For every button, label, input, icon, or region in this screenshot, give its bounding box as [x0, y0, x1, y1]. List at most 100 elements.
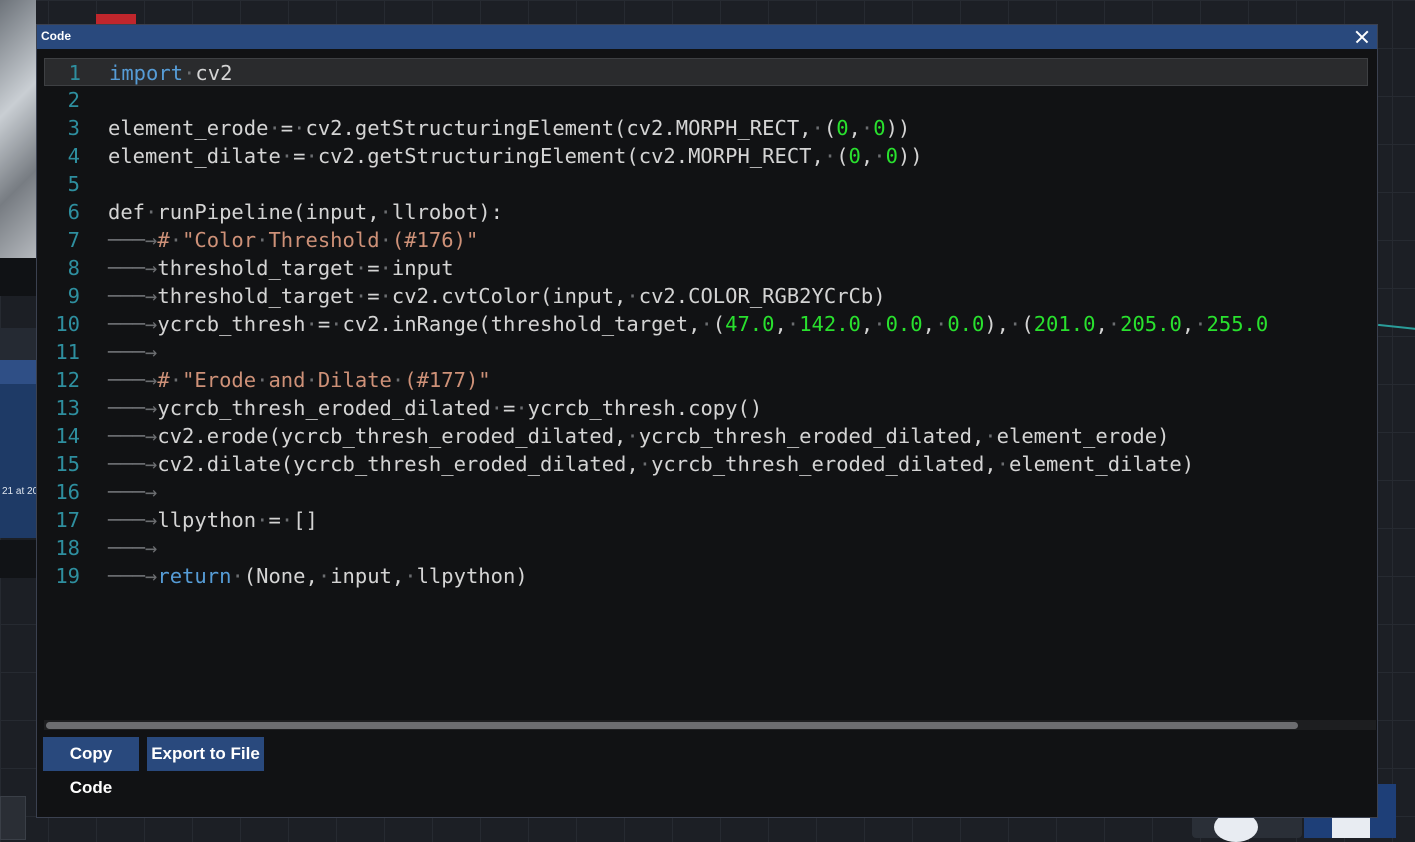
code-token: #: [157, 228, 170, 252]
copy-code-button[interactable]: Copy Code: [43, 737, 139, 797]
code-token: Dilate: [317, 368, 392, 392]
whitespace-marker: ·: [1009, 312, 1022, 336]
code-line[interactable]: 15 ───→cv2.dilate(ycrcb_thresh_eroded_dil…: [44, 450, 1376, 478]
code-line[interactable]: 7 ───→#·"Color·Threshold·(#176)": [44, 226, 1376, 254]
code-line[interactable]: 16 ───→: [44, 478, 1376, 506]
whitespace-marker: ·: [256, 508, 269, 532]
background-box: [0, 796, 26, 840]
code-token: )): [885, 116, 911, 140]
whitespace-marker: ·: [354, 256, 368, 280]
code-text: def·runPipeline(input,·llrobot):: [108, 198, 503, 226]
whitespace-marker: ───→: [108, 396, 158, 420]
horizontal-scrollbar[interactable]: [44, 720, 1376, 730]
background-date-text: 21 at 20: [2, 486, 36, 497]
close-icon[interactable]: [1351, 26, 1373, 48]
whitespace-marker: ───→: [108, 284, 158, 308]
whitespace-marker: ───→: [108, 368, 158, 392]
whitespace-marker: ·: [330, 312, 343, 336]
code-line[interactable]: 17 ───→llpython·=·[]: [44, 506, 1376, 534]
code-text: ───→#·"Color·Threshold·(#176)": [108, 226, 478, 254]
code-token: (: [1021, 312, 1034, 336]
code-text: ───→return·(None,·input,·llpython): [108, 562, 528, 590]
scrollbar-thumb[interactable]: [46, 722, 1298, 729]
whitespace-marker: ·: [169, 228, 183, 252]
code-token: =: [367, 256, 380, 280]
code-token: (#176)": [391, 228, 479, 252]
line-number: 17: [55, 508, 80, 532]
code-line[interactable]: 19 ───→return·(None,·input,·llpython): [44, 562, 1376, 590]
whitespace-marker: ·: [379, 228, 392, 252]
code-token: (#177)": [404, 368, 491, 392]
code-token: =: [367, 284, 380, 308]
line-number: 16: [55, 480, 80, 504]
code-line[interactable]: 14 ───→cv2.erode(ycrcb_thresh_eroded_dila…: [44, 422, 1376, 450]
code-line[interactable]: 13 ───→ycrcb_thresh_eroded_dilated·=·ycrc…: [44, 394, 1376, 422]
whitespace-marker: ·: [996, 452, 1009, 476]
export-to-file-button[interactable]: Export to File: [147, 737, 264, 771]
whitespace-marker: ·: [391, 368, 405, 392]
background-node-white: [1332, 816, 1370, 838]
code-token: cv2: [195, 61, 233, 85]
code-token: "Erode: [182, 368, 257, 392]
whitespace-marker: ·: [169, 368, 183, 392]
code-line[interactable]: 9 ───→threshold_target·=·cv2.cvtColor(inp…: [44, 282, 1376, 310]
whitespace-marker: ·: [379, 256, 392, 280]
whitespace-marker: ·: [256, 228, 269, 252]
code-text: ───→threshold_target·=·input: [108, 254, 454, 282]
whitespace-marker: ───→: [108, 564, 158, 588]
node-connection-wire: [1378, 323, 1415, 331]
code-text: ───→#·"Erode·and·Dilate·(#177)": [108, 366, 491, 394]
whitespace-marker: ·: [280, 508, 294, 532]
code-line[interactable]: 5: [44, 170, 1376, 198]
code-line[interactable]: 10 ───→ycrcb_thresh·=·cv2.inRange(thresho…: [44, 310, 1376, 338]
code-token: ,: [1181, 312, 1195, 336]
code-token: def: [108, 200, 146, 224]
code-editor[interactable]: 1 import·cv2 2 3 element_erode·=·cv2.getStru…: [44, 58, 1376, 728]
code-token: 0: [836, 116, 849, 140]
code-text: ───→threshold_target·=·cv2.cvtColor(inpu…: [108, 282, 886, 310]
whitespace-marker: ·: [811, 116, 824, 140]
code-line[interactable]: 18 ───→: [44, 534, 1376, 562]
code-line[interactable]: 3 element_erode·=·cv2.getStructuringEleme…: [44, 114, 1376, 142]
code-token: and: [268, 368, 306, 392]
whitespace-marker: ───→: [108, 228, 158, 252]
code-token: =: [280, 116, 294, 140]
whitespace-marker: ·: [626, 424, 639, 448]
code-line[interactable]: 4 element_dilate·=·cv2.getStructuringElem…: [44, 142, 1376, 170]
code-text: ───→cv2.erode(ycrcb_thresh_eroded_dilate…: [108, 422, 1169, 450]
whitespace-marker: ·: [183, 61, 196, 85]
code-line[interactable]: 6 def·runPipeline(input,·llrobot):: [44, 198, 1376, 226]
code-token: element_erode): [996, 424, 1170, 448]
code-line[interactable]: 1 import·cv2: [44, 58, 1368, 86]
whitespace-marker: ───→: [108, 256, 158, 280]
line-number: 8: [67, 256, 80, 280]
code-line[interactable]: 12 ───→#·"Erode·and·Dilate·(#177)": [44, 366, 1376, 394]
whitespace-marker: ·: [305, 312, 318, 336]
whitespace-marker: ───→: [108, 480, 158, 504]
code-token: ,: [922, 312, 935, 336]
code-text: ───→cv2.dilate(ycrcb_thresh_eroded_dilat…: [108, 450, 1194, 478]
code-token: 0: [885, 144, 898, 168]
dialog-titlebar[interactable]: Code: [37, 25, 1377, 49]
code-token: (: [836, 144, 849, 168]
code-token: cv2.COLOR_RGB2YCrCb): [638, 284, 886, 308]
code-token: 47.0: [725, 312, 775, 336]
dialog-title: Code: [41, 29, 71, 43]
line-number: 5: [67, 172, 80, 196]
whitespace-marker: ·: [823, 144, 837, 168]
whitespace-marker: ·: [268, 116, 281, 140]
code-token: ycrcb_thresh_eroded_dilated: [157, 396, 491, 420]
code-token: "Color: [182, 228, 257, 252]
line-number: 7: [67, 228, 80, 252]
code-token: ,: [860, 312, 874, 336]
code-token: cv2.inRange(threshold_target,: [342, 312, 701, 336]
whitespace-marker: ·: [256, 368, 269, 392]
code-line[interactable]: 11 ───→: [44, 338, 1376, 366]
code-line[interactable]: 8 ───→threshold_target·=·input: [44, 254, 1376, 282]
code-line[interactable]: 2: [44, 86, 1376, 114]
line-number: 14: [55, 424, 80, 448]
line-number: 2: [67, 88, 80, 112]
line-number: 19: [55, 564, 80, 588]
line-number: 9: [67, 284, 80, 308]
code-token: (None,: [243, 564, 318, 588]
